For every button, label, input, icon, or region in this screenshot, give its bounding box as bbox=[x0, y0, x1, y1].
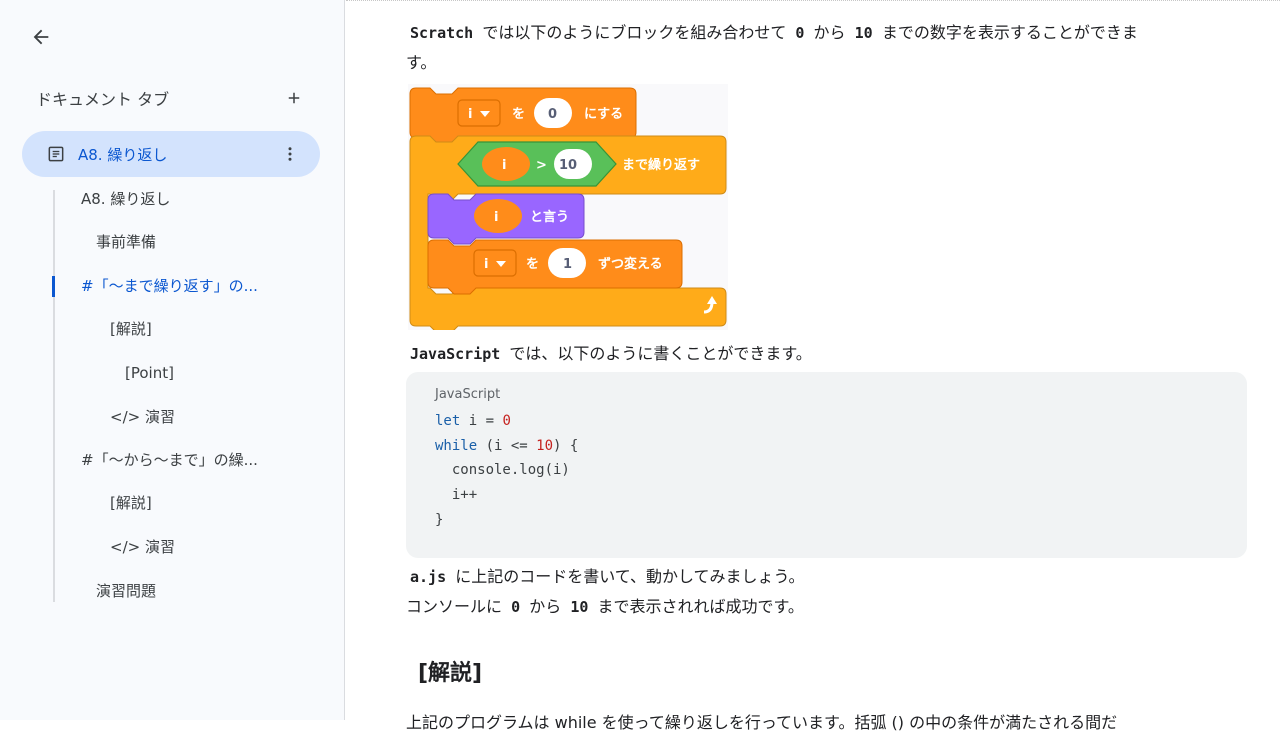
code-line: i++ bbox=[435, 483, 477, 507]
inline-code-javascript: JavaScript bbox=[410, 345, 501, 363]
scratch-cond-value: 10 bbox=[559, 158, 577, 173]
text-span: から bbox=[813, 23, 846, 42]
scratch-var-label: i bbox=[468, 107, 472, 122]
text-span: から bbox=[529, 597, 562, 616]
outline-rail bbox=[53, 190, 55, 602]
outline-item-explanation-1[interactable]: [解説] bbox=[110, 314, 152, 344]
text-span: では以下のようにブロックを組み合わせて bbox=[482, 23, 787, 42]
inline-code-zero: 0 bbox=[511, 598, 521, 616]
scratch-change-value: 1 bbox=[563, 257, 572, 272]
inline-code-filename: a.js bbox=[410, 568, 447, 586]
code-language-label: JavaScript bbox=[435, 387, 501, 402]
code-text: ) { bbox=[553, 438, 579, 454]
scratch-say-var: i bbox=[494, 210, 498, 225]
document-tabs-sidebar: ドキュメント タブ A8. 繰り返し A8. 繰り返し 事前準備 #「〜まで繰り… bbox=[0, 0, 345, 720]
text-span: まで表示されれば成功です。 bbox=[597, 597, 804, 616]
paragraph-explanation: 上記のプログラムは while を使って繰り返しを行っています。括弧 () の中… bbox=[406, 713, 1118, 732]
tab-more-options-button[interactable] bbox=[276, 140, 304, 168]
inline-code-zero: 0 bbox=[795, 24, 805, 42]
scratch-set-label: にする bbox=[584, 107, 623, 122]
page-top-border bbox=[346, 0, 1280, 1]
scratch-change-var: i bbox=[484, 257, 488, 272]
inline-code-scratch: Scratch bbox=[410, 24, 474, 42]
scratch-say-label: と言う bbox=[530, 209, 569, 225]
outline-item-exercise-2[interactable]: </> 演習 bbox=[110, 532, 175, 562]
scratch-repeat-label: まで繰り返す bbox=[622, 157, 700, 173]
change-variable-dropdown bbox=[473, 249, 517, 277]
text-span: に上記のコードを書いて、動かしてみましょう。 bbox=[455, 567, 805, 586]
outline-item-title[interactable]: A8. 繰り返し bbox=[81, 184, 170, 214]
outline-item-from-to[interactable]: #「〜から〜まで」の繰... bbox=[81, 445, 258, 475]
outline-item-practice-problems[interactable]: 演習問題 bbox=[96, 576, 156, 606]
document-tabs-header: ドキュメント タブ bbox=[36, 86, 306, 110]
scratch-blocks-image: i を 0 にする i > 10 まで繰り返す i と言う i を 1 ずつ変え… bbox=[408, 84, 728, 333]
paragraph-scratch-intro: Scratch では以下のようにブロックを組み合わせて 0 から 10 までの数… bbox=[406, 18, 1138, 48]
paragraph-run-instructions: a.js に上記のコードを書いて、動かしてみましょう。 bbox=[406, 562, 805, 592]
variable-dropdown bbox=[457, 99, 501, 127]
code-text: i++ bbox=[435, 487, 478, 503]
scratch-blocks-svg: i を 0 にする i > 10 まで繰り返す i と言う i を 1 ずつ変え… bbox=[409, 87, 727, 333]
active-document-tab[interactable]: A8. 繰り返し bbox=[22, 131, 320, 177]
outline-item-exercise-1[interactable]: </> 演習 bbox=[110, 402, 175, 432]
text-span: までの数字を表示することができま bbox=[881, 23, 1138, 42]
document-tabs-title: ドキュメント タブ bbox=[36, 90, 170, 109]
plus-icon bbox=[288, 92, 300, 104]
code-line: console.log(i) bbox=[435, 458, 570, 482]
code-text: i = bbox=[460, 413, 503, 429]
code-line: let i = 0 bbox=[435, 409, 511, 433]
scratch-change-op: を bbox=[526, 257, 539, 272]
code-line: while (i <= 10) { bbox=[435, 434, 578, 458]
code-keyword: while bbox=[435, 438, 478, 454]
inline-code-ten: 10 bbox=[854, 24, 873, 42]
code-number: 10 bbox=[536, 438, 554, 454]
section-heading-explanation: [解説] bbox=[418, 661, 483, 686]
scratch-set-value: 0 bbox=[548, 107, 557, 122]
paragraph-scratch-intro-line2: す。 bbox=[406, 53, 437, 72]
code-line: } bbox=[435, 508, 443, 532]
text-span: では、以下のように書くことができます。 bbox=[509, 344, 812, 363]
back-button[interactable] bbox=[24, 20, 58, 54]
outline-item-repeat-until[interactable]: #「〜まで繰り返す」の... bbox=[81, 271, 258, 301]
add-tab-button[interactable] bbox=[282, 86, 306, 110]
scratch-cond-var: i bbox=[502, 158, 506, 173]
scratch-change-label: ずつ変える bbox=[598, 256, 663, 272]
outline-active-marker bbox=[52, 276, 55, 297]
code-keyword: let bbox=[435, 413, 461, 429]
document-body[interactable]: Scratch では以下のようにブロックを組み合わせて 0 から 10 までの数… bbox=[346, 0, 1280, 732]
outline-item-preparation[interactable]: 事前準備 bbox=[96, 227, 156, 257]
outline-item-point[interactable]: [Point] bbox=[125, 358, 174, 388]
arrow-left-icon bbox=[33, 29, 49, 45]
code-text: (i <= bbox=[477, 438, 537, 454]
paragraph-success-condition: コンソールに 0 から 10 まで表示されれば成功です。 bbox=[406, 592, 804, 622]
code-text: } bbox=[435, 512, 444, 528]
more-vert-icon bbox=[288, 147, 292, 161]
code-text: console.log(i) bbox=[435, 462, 570, 478]
document-icon bbox=[48, 146, 64, 162]
scratch-cond-op: > bbox=[536, 158, 547, 173]
code-number: 0 bbox=[502, 413, 511, 429]
outline-item-explanation-2[interactable]: [解説] bbox=[110, 488, 152, 518]
text-span: コンソールに bbox=[406, 597, 503, 616]
code-block[interactable]: JavaScript let i = 0 while (i <= 10) { c… bbox=[406, 372, 1247, 558]
active-tab-label: A8. 繰り返し bbox=[78, 145, 168, 164]
scratch-set-op: を bbox=[512, 107, 525, 122]
paragraph-javascript-intro: JavaScript では、以下のように書くことができます。 bbox=[406, 339, 812, 369]
inline-code-ten: 10 bbox=[570, 598, 589, 616]
